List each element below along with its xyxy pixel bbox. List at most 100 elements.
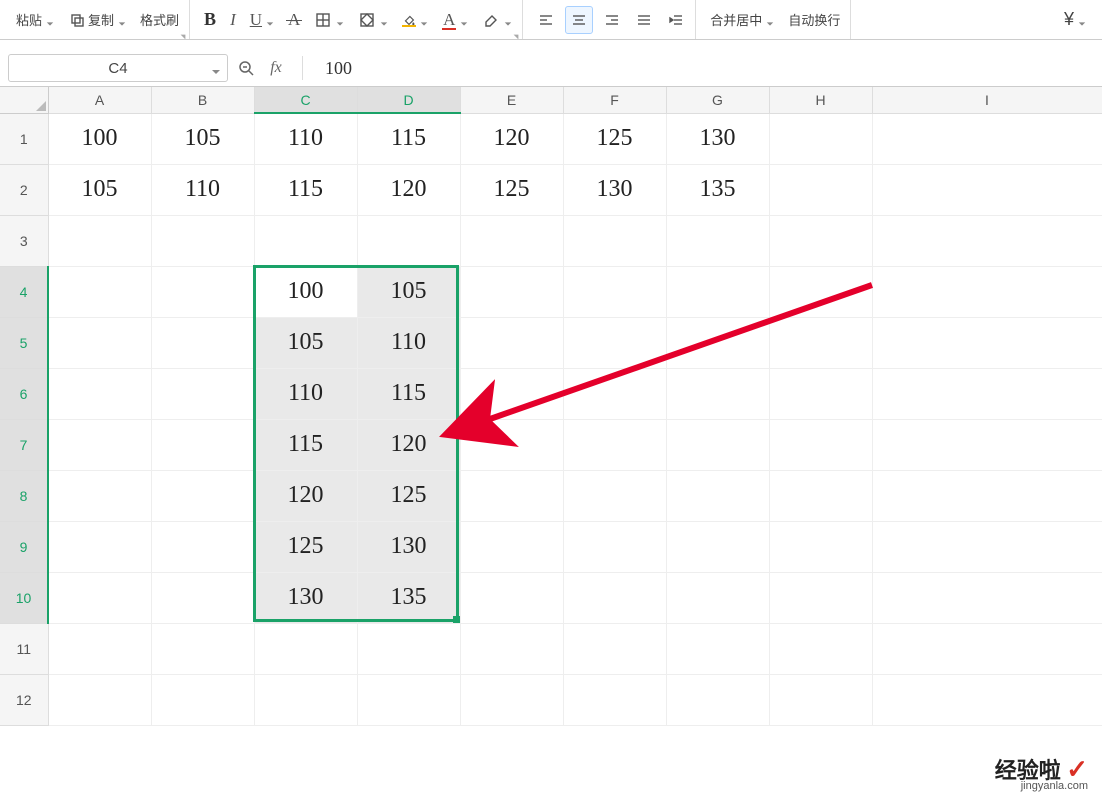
select-all-corner[interactable] bbox=[0, 87, 48, 113]
merge-center-button[interactable]: 合并居中 bbox=[706, 6, 778, 33]
cell[interactable] bbox=[254, 215, 357, 266]
cell[interactable] bbox=[48, 470, 151, 521]
row-header[interactable]: 1 bbox=[0, 113, 48, 164]
cell[interactable]: 130 bbox=[254, 572, 357, 623]
cell[interactable] bbox=[666, 419, 769, 470]
cell[interactable] bbox=[563, 521, 666, 572]
bold-button[interactable]: B bbox=[200, 5, 220, 34]
spreadsheet-grid[interactable]: A B C D E F G H I 1100105110115120125130… bbox=[0, 86, 1102, 802]
formula-input[interactable]: 100 bbox=[319, 56, 1094, 81]
cell[interactable]: 115 bbox=[254, 164, 357, 215]
col-header[interactable]: C bbox=[254, 87, 357, 113]
cell[interactable] bbox=[460, 317, 563, 368]
cell[interactable]: 110 bbox=[254, 368, 357, 419]
cell[interactable]: 100 bbox=[254, 266, 357, 317]
cell[interactable] bbox=[666, 470, 769, 521]
row-header[interactable]: 11 bbox=[0, 623, 48, 674]
cell[interactable] bbox=[769, 113, 872, 164]
cell[interactable]: 110 bbox=[357, 317, 460, 368]
cell[interactable] bbox=[872, 470, 1102, 521]
cell[interactable] bbox=[460, 623, 563, 674]
row-header[interactable]: 12 bbox=[0, 674, 48, 725]
cell[interactable]: 105 bbox=[254, 317, 357, 368]
cell[interactable] bbox=[666, 572, 769, 623]
row-header[interactable]: 8 bbox=[0, 470, 48, 521]
cell[interactable] bbox=[151, 215, 254, 266]
cell[interactable] bbox=[460, 419, 563, 470]
font-color-button[interactable]: A bbox=[438, 6, 472, 34]
cell[interactable]: 135 bbox=[357, 572, 460, 623]
cell[interactable] bbox=[872, 674, 1102, 725]
cell[interactable] bbox=[872, 113, 1102, 164]
col-header[interactable]: F bbox=[563, 87, 666, 113]
cell[interactable] bbox=[563, 419, 666, 470]
cell[interactable] bbox=[357, 674, 460, 725]
col-header[interactable]: A bbox=[48, 87, 151, 113]
cell[interactable] bbox=[460, 521, 563, 572]
italic-button[interactable]: I bbox=[226, 6, 240, 34]
row-header[interactable]: 5 bbox=[0, 317, 48, 368]
cell[interactable] bbox=[872, 266, 1102, 317]
cell[interactable]: 105 bbox=[48, 164, 151, 215]
zoom-out-icon[interactable] bbox=[236, 58, 256, 78]
row-header[interactable]: 2 bbox=[0, 164, 48, 215]
cell[interactable]: 130 bbox=[563, 164, 666, 215]
cell[interactable]: 130 bbox=[357, 521, 460, 572]
cell-style-button[interactable] bbox=[354, 7, 392, 33]
row-header[interactable]: 9 bbox=[0, 521, 48, 572]
cell[interactable] bbox=[769, 164, 872, 215]
col-header[interactable]: E bbox=[460, 87, 563, 113]
col-header[interactable]: B bbox=[151, 87, 254, 113]
row-header[interactable]: 4 bbox=[0, 266, 48, 317]
cell[interactable] bbox=[460, 470, 563, 521]
cell[interactable] bbox=[563, 368, 666, 419]
cell[interactable] bbox=[769, 419, 872, 470]
cell[interactable] bbox=[151, 623, 254, 674]
cell[interactable]: 125 bbox=[460, 164, 563, 215]
paste-button[interactable]: 粘贴 bbox=[12, 6, 58, 33]
cell[interactable] bbox=[151, 368, 254, 419]
fill-color-button[interactable] bbox=[398, 9, 432, 31]
format-painter-button[interactable]: 格式刷 bbox=[136, 6, 183, 33]
col-header[interactable]: G bbox=[666, 87, 769, 113]
cell[interactable] bbox=[254, 623, 357, 674]
cell[interactable] bbox=[563, 572, 666, 623]
cell[interactable] bbox=[769, 470, 872, 521]
cell[interactable] bbox=[151, 266, 254, 317]
cell[interactable] bbox=[872, 521, 1102, 572]
cell[interactable] bbox=[357, 215, 460, 266]
cell[interactable]: 125 bbox=[254, 521, 357, 572]
row-header[interactable]: 7 bbox=[0, 419, 48, 470]
row-header[interactable]: 6 bbox=[0, 368, 48, 419]
cell[interactable] bbox=[666, 368, 769, 419]
cell[interactable]: 105 bbox=[151, 113, 254, 164]
borders-button[interactable] bbox=[310, 7, 348, 33]
cell[interactable] bbox=[666, 317, 769, 368]
cell[interactable] bbox=[563, 674, 666, 725]
cell[interactable]: 105 bbox=[357, 266, 460, 317]
cell[interactable]: 120 bbox=[357, 164, 460, 215]
cell[interactable]: 110 bbox=[151, 164, 254, 215]
cell[interactable] bbox=[666, 674, 769, 725]
cell[interactable] bbox=[48, 572, 151, 623]
cell[interactable] bbox=[769, 572, 872, 623]
cell[interactable] bbox=[48, 521, 151, 572]
cell[interactable] bbox=[769, 674, 872, 725]
cell[interactable] bbox=[151, 317, 254, 368]
cell[interactable] bbox=[357, 623, 460, 674]
cell[interactable] bbox=[48, 674, 151, 725]
name-box[interactable]: C4 bbox=[8, 54, 228, 82]
currency-button[interactable]: ¥ bbox=[1060, 5, 1090, 34]
cell[interactable] bbox=[563, 470, 666, 521]
cell[interactable] bbox=[48, 419, 151, 470]
underline-button[interactable]: U bbox=[246, 6, 278, 34]
cell[interactable]: 120 bbox=[357, 419, 460, 470]
copy-button[interactable]: 复制 bbox=[64, 6, 130, 33]
cell[interactable] bbox=[151, 674, 254, 725]
col-header[interactable]: H bbox=[769, 87, 872, 113]
col-header[interactable]: D bbox=[357, 87, 460, 113]
cell[interactable] bbox=[48, 317, 151, 368]
cell[interactable] bbox=[769, 521, 872, 572]
cell[interactable]: 125 bbox=[357, 470, 460, 521]
cell[interactable] bbox=[563, 266, 666, 317]
